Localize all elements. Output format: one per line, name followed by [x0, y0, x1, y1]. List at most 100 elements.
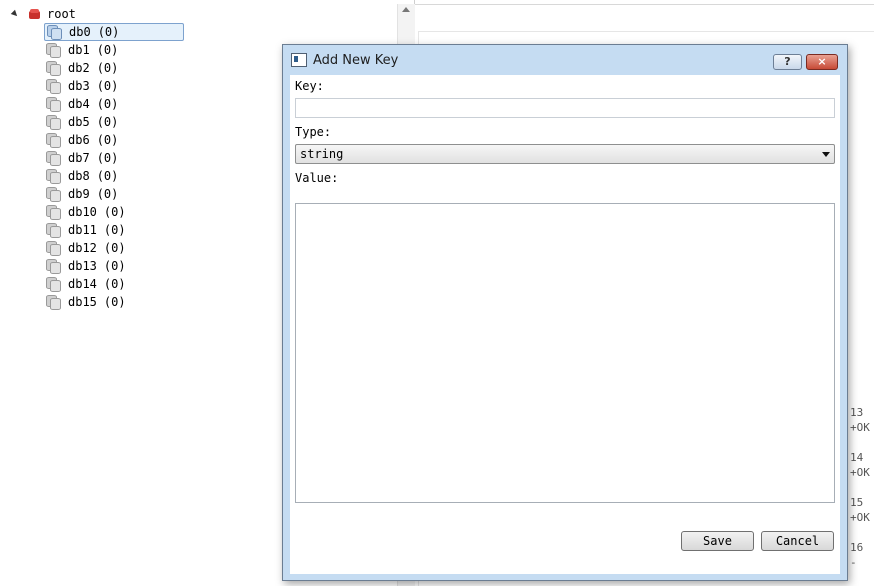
database-icon	[46, 259, 61, 274]
console-line: +OK	[850, 421, 870, 434]
tree-item-label: db11	[68, 223, 97, 237]
tree-item-db6[interactable]: db6 (0)	[44, 131, 184, 149]
key-label: Key:	[295, 79, 324, 93]
tree-item-label: db4	[68, 97, 90, 111]
tree-item-count: (0)	[96, 169, 119, 183]
tree-item-count: (0)	[103, 259, 126, 273]
tree-item-db15[interactable]: db15 (0)	[44, 293, 184, 311]
console-line: +OK	[850, 466, 870, 479]
console-panel-border	[415, 4, 874, 5]
type-select-value: string	[300, 147, 344, 161]
database-icon	[46, 79, 61, 94]
console-line: 16	[850, 541, 864, 554]
console-line: 15	[850, 496, 864, 509]
tree-item-db10[interactable]: db10 (0)	[44, 203, 184, 221]
chevron-down-icon	[822, 152, 830, 157]
tree-item-db5[interactable]: db5 (0)	[44, 113, 184, 131]
database-icon	[46, 223, 61, 238]
console-line: -ERR	[850, 556, 857, 569]
tree-item-count: (0)	[103, 205, 126, 219]
value-textarea[interactable]	[295, 203, 835, 503]
tree-item-label: db15	[68, 295, 97, 309]
tree-item-count: (0)	[96, 187, 119, 201]
console-output: 13 +OK 14 +OK 15 +OK 16 -ERR	[850, 405, 874, 570]
database-icon	[46, 43, 61, 58]
tree-item-db1[interactable]: db1 (0)	[44, 41, 184, 59]
tree-item-db0[interactable]: db0 (0)	[44, 23, 184, 41]
tree-item-db8[interactable]: db8 (0)	[44, 167, 184, 185]
console-line: +OK	[850, 511, 870, 524]
console-inner-border	[418, 31, 874, 32]
tree-item-db11[interactable]: db11 (0)	[44, 221, 184, 239]
type-label: Type:	[295, 125, 332, 139]
tree-item-label: db0	[69, 25, 91, 39]
database-icon	[46, 115, 61, 130]
cancel-button[interactable]: Cancel	[761, 531, 834, 551]
tree-item-count: (0)	[96, 151, 119, 165]
tree-item-count: (0)	[96, 133, 119, 147]
tree-item-count: (0)	[96, 43, 119, 57]
type-select[interactable]: string	[295, 144, 835, 164]
database-icon	[46, 151, 61, 166]
tree-item-db12[interactable]: db12 (0)	[44, 239, 184, 257]
key-input[interactable]	[295, 98, 835, 118]
tree-item-label: db1	[68, 43, 90, 57]
tree-item-label: db6	[68, 133, 90, 147]
tree-item-label: db8	[68, 169, 90, 183]
tree-item-db14[interactable]: db14 (0)	[44, 275, 184, 293]
dialog-title: Add New Key	[313, 52, 399, 68]
tree-item-count: (0)	[103, 223, 126, 237]
database-icon	[46, 187, 61, 202]
database-icon	[46, 295, 61, 310]
dialog-body: Key: Type: string Value: Save Cancel	[290, 75, 840, 574]
help-button[interactable]: ?	[773, 54, 802, 70]
tree-item-label: db2	[68, 61, 90, 75]
console-line: 13	[850, 406, 864, 419]
scroll-up-icon[interactable]	[402, 7, 410, 12]
tree-item-count: (0)	[96, 61, 119, 75]
tree-item-count: (0)	[103, 295, 126, 309]
tree-item-label: db3	[68, 79, 90, 93]
tree-item-label: db10	[68, 205, 97, 219]
save-button[interactable]: Save	[681, 531, 754, 551]
database-icon	[47, 25, 62, 40]
tree-item-label: db14	[68, 277, 97, 291]
tree-item-db4[interactable]: db4 (0)	[44, 95, 184, 113]
database-icon	[46, 205, 61, 220]
expand-arrow-icon[interactable]	[10, 9, 20, 19]
console-line: 14	[850, 451, 864, 464]
tree-item-db2[interactable]: db2 (0)	[44, 59, 184, 77]
dialog-titlebar[interactable]: Add New Key	[283, 45, 847, 75]
tree-item-label: db7	[68, 151, 90, 165]
window-icon	[291, 53, 307, 67]
tree-root-item[interactable]: root	[10, 5, 76, 23]
database-icon	[46, 133, 61, 148]
close-button[interactable]: ×	[806, 54, 838, 70]
tree-item-count: (0)	[96, 97, 119, 111]
tree-item-count: (0)	[97, 25, 120, 39]
database-icon	[46, 169, 61, 184]
tree-item-db9[interactable]: db9 (0)	[44, 185, 184, 203]
tree-item-label: db5	[68, 115, 90, 129]
tree-item-count: (0)	[103, 277, 126, 291]
tree-item-db3[interactable]: db3 (0)	[44, 77, 184, 95]
tree-item-label: db9	[68, 187, 90, 201]
add-key-dialog: Add New Key ? × Key: Type: string Value:…	[282, 44, 848, 581]
database-icon	[46, 61, 61, 76]
tree-item-db7[interactable]: db7 (0)	[44, 149, 184, 167]
tree-item-label: db13	[68, 259, 97, 273]
tree-item-count: (0)	[96, 79, 119, 93]
tree-item-count: (0)	[103, 241, 126, 255]
redis-server-icon	[28, 8, 41, 20]
tree-root-label: root	[47, 7, 76, 21]
database-icon	[46, 97, 61, 112]
database-icon	[46, 241, 61, 256]
tree-item-label: db12	[68, 241, 97, 255]
database-icon	[46, 277, 61, 292]
tree-item-count: (0)	[96, 115, 119, 129]
tree-item-db13[interactable]: db13 (0)	[44, 257, 184, 275]
value-label: Value:	[295, 171, 339, 185]
